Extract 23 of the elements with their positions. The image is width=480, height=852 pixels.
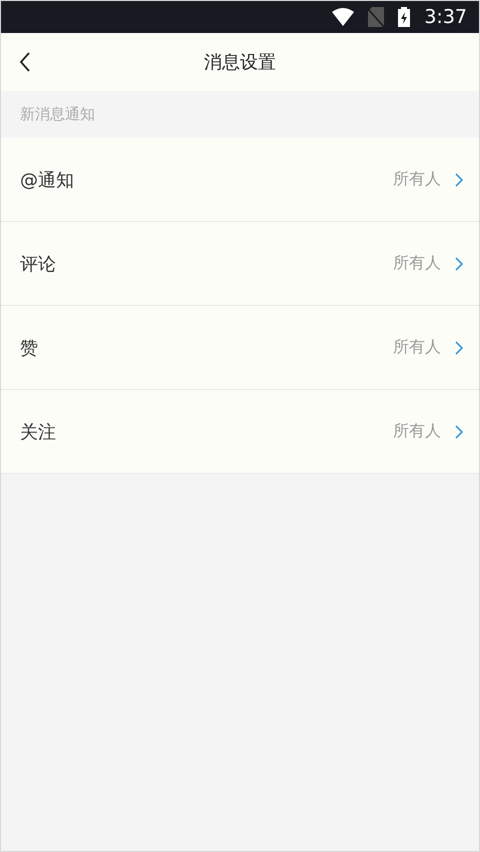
wifi-icon bbox=[332, 8, 354, 26]
chevron-icon bbox=[455, 172, 463, 186]
row-label: 评论 bbox=[20, 252, 57, 276]
back-icon[interactable] bbox=[19, 52, 31, 72]
page-title: 消息设置 bbox=[204, 51, 276, 74]
row-label: 赞 bbox=[20, 336, 39, 360]
chevron-icon bbox=[455, 340, 463, 354]
row-value: 所有人 bbox=[393, 253, 441, 274]
section-title: 新消息通知 bbox=[20, 105, 95, 124]
settings-row[interactable]: @通知 所有人 bbox=[1, 138, 479, 222]
row-value: 所有人 bbox=[393, 421, 441, 442]
row-label: 关注 bbox=[20, 420, 57, 444]
settings-row[interactable]: 赞 所有人 bbox=[1, 306, 479, 390]
row-value: 所有人 bbox=[393, 169, 441, 190]
settings-row[interactable]: 关注 所有人 bbox=[1, 390, 479, 474]
row-label: @通知 bbox=[20, 168, 75, 192]
no-sim-icon bbox=[368, 7, 384, 27]
status-time: 3:37 bbox=[424, 6, 467, 28]
settings-row[interactable]: 评论 所有人 bbox=[1, 222, 479, 306]
battery-icon bbox=[398, 7, 410, 27]
row-value: 所有人 bbox=[393, 337, 441, 358]
chevron-icon bbox=[455, 256, 463, 270]
chevron-icon bbox=[455, 424, 463, 438]
